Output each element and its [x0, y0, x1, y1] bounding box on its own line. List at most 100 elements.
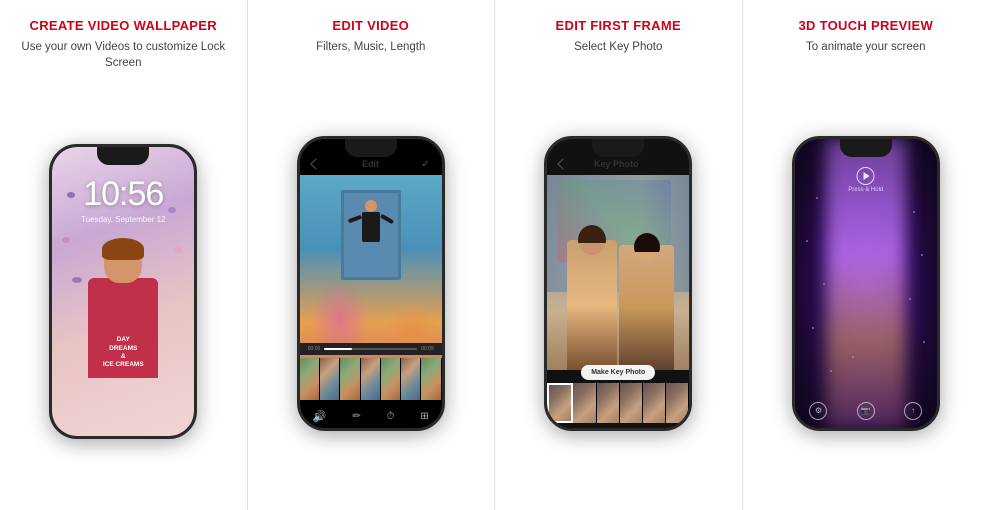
panel-edit-first-frame: EDIT FIRST FRAME Select Key Photo Key Ph… [495, 0, 743, 510]
phone-frame-1: 10:56 Tuesday, September 12 DAYDREAMS&IC… [49, 144, 197, 439]
phone-frame-2: Edit ✓ [297, 136, 445, 431]
phone-wrap-3: Key Photo [544, 69, 692, 498]
phone-screen-2: Edit ✓ [300, 139, 442, 428]
panel-3d-touch: 3D TOUCH PREVIEW To animate your screen [743, 0, 989, 510]
dot-10 [852, 356, 854, 358]
dot-7 [921, 254, 923, 256]
strip-cell-4[interactable] [620, 383, 643, 423]
strip-cell-selected[interactable] [547, 383, 573, 423]
girl-2-hair [634, 233, 660, 253]
lock-screen-time: 10:56 [83, 175, 163, 214]
layers-icon[interactable]: ⊞ [420, 411, 428, 422]
edit-video-main-image [300, 175, 442, 360]
dot-8 [909, 298, 911, 300]
phone4-bottom-controls: ⚙ 📷 ↑ [795, 402, 937, 420]
key-photo-main-image [547, 175, 689, 370]
child-body: DAYDREAMS&ICE CREAMS [88, 278, 158, 378]
play-circle-icon [857, 167, 875, 185]
panel-create-video: CREATE VIDEO WALLPAPER Use your own Vide… [0, 0, 248, 510]
panel-4-title: 3D TOUCH PREVIEW [798, 18, 933, 34]
clock-icon[interactable]: ⏱ [387, 411, 395, 422]
girl-1 [567, 240, 617, 370]
play-triangle [864, 172, 870, 180]
phone-wrap-1: 10:56 Tuesday, September 12 DAYDREAMS&IC… [49, 85, 197, 498]
dancer-figure [362, 200, 380, 242]
phone3-header: Key Photo [547, 159, 689, 169]
panel-2-subtitle: Filters, Music, Length [316, 39, 425, 55]
phone-screen-3: Key Photo [547, 139, 689, 428]
phone-frame-4: Press & Hold ⚙ 📷 ↑ [792, 136, 940, 431]
press-hold-indicator: Press & Hold [848, 167, 883, 193]
progress-fill [324, 348, 352, 350]
speaker-icon[interactable]: 🔊 [313, 410, 327, 423]
panel-3-subtitle: Select Key Photo [574, 39, 662, 55]
panel-2-title: EDIT VIDEO [332, 18, 409, 34]
timeline-cell-4 [361, 358, 381, 400]
timeline-cell-3 [340, 358, 360, 400]
timeline-cell-2 [320, 358, 340, 400]
panel-1-title: CREATE VIDEO WALLPAPER [30, 18, 217, 34]
butterfly-3 [62, 237, 70, 243]
strip-cell-5[interactable] [643, 383, 666, 423]
phone4-background: Press & Hold ⚙ 📷 ↑ [795, 139, 937, 428]
dot-4 [812, 327, 814, 329]
photo-strip[interactable] [547, 383, 689, 423]
timeline-strip[interactable] [300, 358, 442, 400]
phone3-background: Key Photo [547, 139, 689, 428]
child-figure: DAYDREAMS&ICE CREAMS [73, 236, 173, 436]
edit-icon[interactable]: ✏ [352, 411, 360, 422]
phone2-background: Edit ✓ [300, 139, 442, 428]
share-icon[interactable]: ↑ [904, 402, 922, 420]
panel-3-title: EDIT FIRST FRAME [556, 18, 681, 34]
key-photo-header-title: Key Photo [594, 159, 639, 169]
panel-edit-video: EDIT VIDEO Filters, Music, Length Edit ✓ [248, 0, 496, 510]
panel-4-subtitle: To animate your screen [806, 39, 926, 55]
phone2-header: Edit ✓ [300, 159, 442, 170]
dot-2 [806, 240, 808, 242]
strip-cell-2[interactable] [573, 383, 596, 423]
phone-screen-1: 10:56 Tuesday, September 12 DAYDREAMS&IC… [52, 147, 194, 436]
girl-1-head [578, 225, 606, 255]
phone2-bottom-controls: 🔊 ✏ ⏱ ⊞ [300, 410, 442, 423]
progress-track[interactable] [324, 348, 417, 350]
shirt-text: DAYDREAMS&ICE CREAMS [88, 336, 158, 370]
dancer-body [362, 212, 380, 242]
make-key-photo-button[interactable]: Make Key Photo [581, 365, 655, 380]
dot-1 [816, 197, 818, 199]
butterfly-1 [67, 192, 75, 198]
timeline-cell-6 [401, 358, 421, 400]
dot-3 [823, 283, 825, 285]
girl-2-head [634, 233, 660, 261]
strip-cell-6[interactable] [666, 383, 689, 423]
camera-icon[interactable]: 📷 [857, 402, 875, 420]
timeline-cell-7 [421, 358, 441, 400]
progress-area: 00:00 00:09 [300, 343, 442, 355]
back-icon-3[interactable] [558, 158, 569, 169]
timeline-cell-5 [381, 358, 401, 400]
dancer-head [365, 200, 377, 212]
settings-icon[interactable]: ⚙ [809, 402, 827, 420]
girls-photo [547, 230, 689, 370]
time-end: 00:09 [421, 346, 434, 352]
check-icon[interactable]: ✓ [421, 159, 429, 170]
phone-wrap-4: Press & Hold ⚙ 📷 ↑ [792, 69, 940, 498]
phone1-background: 10:56 Tuesday, September 12 DAYDREAMS&IC… [52, 147, 194, 436]
strip-cell-3[interactable] [597, 383, 620, 423]
edit-header-title: Edit [362, 159, 379, 169]
timeline-cell-1 [300, 358, 320, 400]
press-hold-text: Press & Hold [848, 187, 883, 193]
dot-6 [913, 211, 915, 213]
back-icon[interactable] [310, 159, 321, 170]
phone-wrap-2: Edit ✓ [297, 69, 445, 498]
dot-9 [923, 341, 925, 343]
phone-frame-3: Key Photo [544, 136, 692, 431]
lock-screen-date: Tuesday, September 12 [81, 215, 166, 224]
dot-5 [830, 370, 832, 372]
girl-2 [619, 245, 674, 370]
phone-screen-4: Press & Hold ⚙ 📷 ↑ [795, 139, 937, 428]
butterfly-2 [168, 207, 176, 213]
panel-1-subtitle: Use your own Videos to customize Lock Sc… [12, 39, 235, 71]
child-hair [102, 238, 144, 260]
butterfly-4 [174, 247, 182, 253]
time-start: 00:00 [308, 346, 321, 352]
